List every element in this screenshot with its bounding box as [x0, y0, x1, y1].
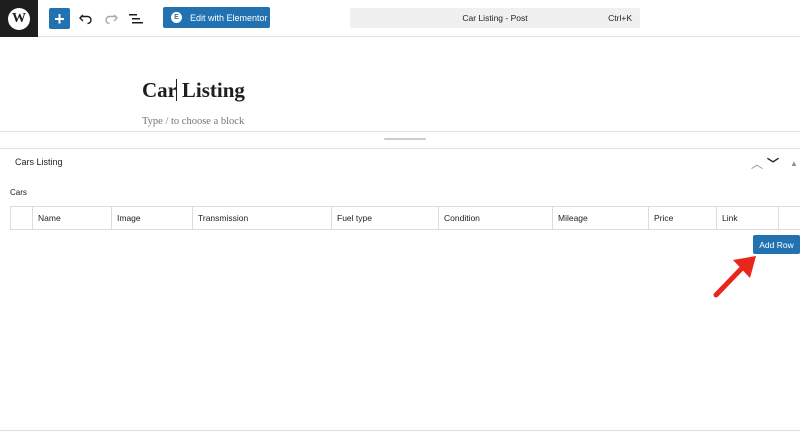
- wordpress-logo[interactable]: W: [0, 0, 38, 37]
- edit-with-elementor-label: Edit with Elementor: [190, 12, 268, 23]
- block-placeholder[interactable]: Type / to choose a block: [142, 116, 244, 127]
- annotation-arrow-icon: [713, 256, 756, 298]
- add-block-button[interactable]: +: [49, 8, 70, 29]
- repeater-header-row: Name Image Transmission Fuel type Condit…: [10, 206, 800, 230]
- column-header-link: Link: [717, 207, 779, 229]
- chevron-down-icon: ﹀: [767, 156, 780, 171]
- text-caret: [176, 79, 177, 101]
- column-header-mileage: Mileage: [553, 207, 649, 229]
- column-header-condition: Condition: [439, 207, 553, 229]
- column-header-name: Name: [33, 207, 112, 229]
- command-shortcut: Ctrl+K: [608, 13, 632, 23]
- redo-button[interactable]: [103, 8, 119, 29]
- field-label: Cars: [10, 188, 27, 197]
- column-header-order: [11, 207, 33, 229]
- column-header-price: Price: [649, 207, 717, 229]
- metabox-title: Cars Listing: [15, 157, 63, 167]
- column-header-image: Image: [112, 207, 193, 229]
- column-header-actions: [779, 207, 800, 229]
- column-header-transmission: Transmission: [193, 207, 332, 229]
- toggle-panel-button[interactable]: ▲: [789, 156, 799, 170]
- document-title: Car Listing - Post: [462, 13, 528, 23]
- move-down-button[interactable]: ﹀: [767, 156, 780, 171]
- undo-icon: [79, 14, 92, 24]
- undo-button[interactable]: [78, 8, 94, 29]
- footer-divider: [0, 430, 800, 431]
- chevron-up-icon: ︿: [751, 156, 764, 171]
- document-overview-icon: [129, 13, 143, 23]
- editor-toolbar: W + E Edit with Elementor Car Listing - …: [0, 0, 800, 37]
- column-header-fuel-type: Fuel type: [332, 207, 439, 229]
- wordpress-logo-mark: W: [8, 7, 30, 30]
- plus-icon: +: [54, 8, 65, 29]
- document-overview-button[interactable]: [128, 8, 144, 29]
- post-title[interactable]: Car Listing: [142, 78, 245, 103]
- metabox-divider: [0, 148, 800, 149]
- move-up-button[interactable]: ︿: [751, 156, 764, 171]
- elementor-icon: E: [171, 12, 182, 23]
- edit-with-elementor-button[interactable]: E Edit with Elementor: [163, 7, 270, 28]
- redo-icon: [105, 14, 118, 24]
- metabox-resize-handle[interactable]: [384, 138, 426, 140]
- editor-divider: [0, 131, 800, 132]
- command-palette-button[interactable]: Car Listing - Post Ctrl+K: [350, 8, 640, 28]
- triangle-up-icon: ▲: [790, 158, 798, 168]
